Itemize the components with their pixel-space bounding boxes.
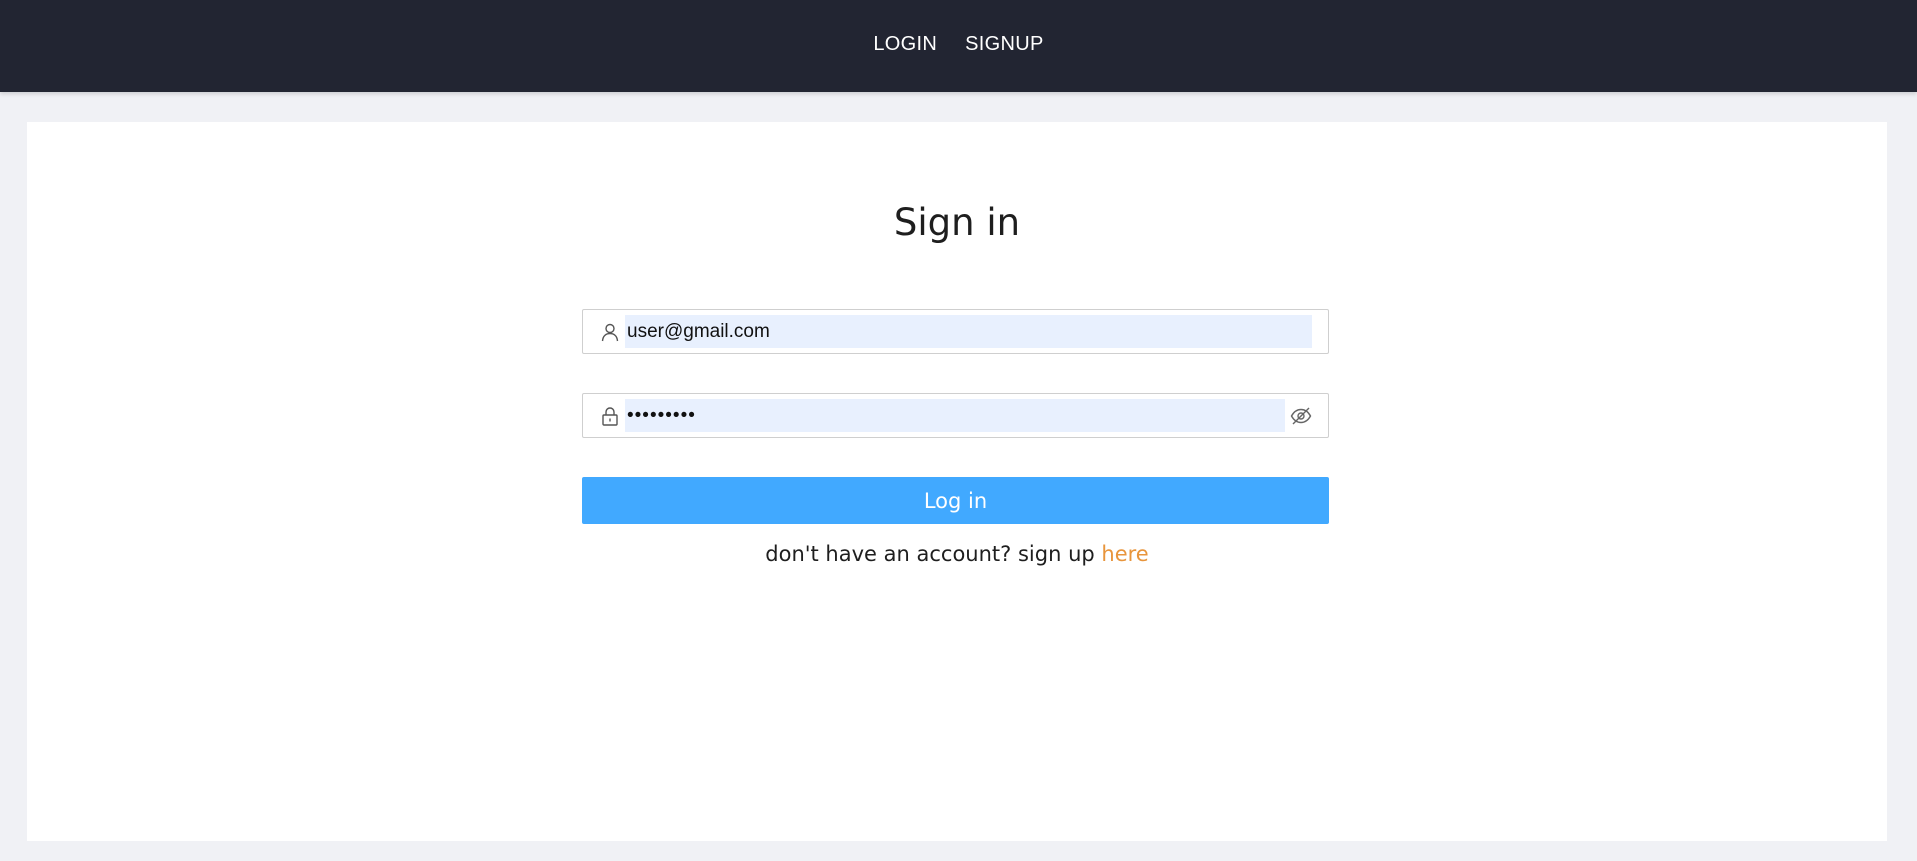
login-button[interactable]: Log in [582, 477, 1329, 524]
signup-prompt: don't have an account? sign up here [27, 542, 1887, 566]
email-input[interactable] [625, 315, 1312, 348]
signup-here-link[interactable]: here [1101, 542, 1148, 566]
password-field [582, 393, 1329, 438]
lock-icon [600, 406, 620, 426]
email-field [582, 309, 1329, 354]
nav-login-link[interactable]: LOGIN [873, 33, 937, 56]
top-navbar: LOGIN SIGNUP [0, 0, 1917, 92]
user-icon [600, 322, 620, 342]
eye-off-icon[interactable] [1290, 406, 1312, 426]
page-title: Sign in [893, 201, 1021, 244]
password-input[interactable] [625, 399, 1285, 432]
signin-card: Sign in Log in don't [27, 122, 1887, 841]
signup-prompt-text: don't have an account? sign up [765, 542, 1095, 566]
nav-signup-link[interactable]: SIGNUP [965, 33, 1043, 56]
top-nav: LOGIN SIGNUP [873, 33, 1043, 60]
